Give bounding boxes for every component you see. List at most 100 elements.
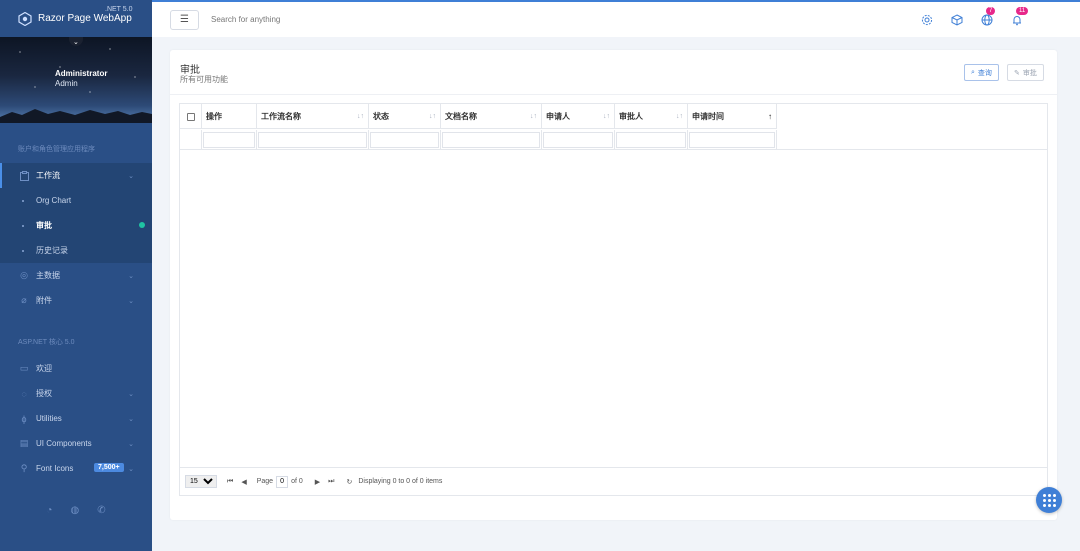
- globe-badge: 7: [986, 6, 996, 15]
- sidebar-item-label: 授权: [36, 389, 52, 398]
- nav-section-title: ASP.NET 核心 5.0: [18, 339, 75, 346]
- chevron-down-icon: ⌄: [128, 172, 134, 180]
- select-all-checkbox[interactable]: [187, 112, 195, 121]
- brand[interactable]: Razor Page WebApp .NET 5.0: [0, 0, 152, 37]
- sort-icon: ↓↑: [603, 113, 610, 120]
- filter-document-name-input[interactable]: [442, 132, 540, 148]
- filter-applicant-input[interactable]: [543, 132, 613, 148]
- search-input[interactable]: [211, 15, 511, 24]
- column-header-actions[interactable]: 操作: [202, 104, 257, 129]
- profile-name: Administrator: [55, 69, 108, 78]
- query-button-label: 查询: [977, 69, 992, 77]
- page-subtitle: 所有可用功能: [180, 75, 228, 84]
- chevron-down-icon: ⌄: [128, 297, 134, 305]
- column-label: 工作流名称: [261, 112, 301, 121]
- map-marker-icon: ⚲: [20, 463, 28, 473]
- grid-header-filler: [777, 104, 1048, 150]
- display-info: Displaying 0 to 0 of 0 items: [358, 478, 443, 485]
- sort-icon: ↓↑: [429, 113, 436, 120]
- column-header-approver[interactable]: 审批人 ↓↑: [615, 104, 688, 129]
- sidebar-item-masterdata[interactable]: ◎ 主数据 ⌄: [0, 263, 152, 288]
- cube-icon[interactable]: [950, 13, 964, 27]
- panel-header: 审批 所有可用功能 ⌕ 查询 ✎ 审批: [170, 50, 1057, 95]
- globe-icon[interactable]: ◍: [70, 505, 79, 516]
- first-page-icon[interactable]: ⏮: [227, 478, 233, 486]
- filter-actions-input[interactable]: [203, 132, 255, 148]
- refresh-icon[interactable]: ↻: [346, 478, 352, 486]
- sidebar-item-welcome[interactable]: ▭ 欢迎: [0, 356, 152, 381]
- sidebar-item-utilities[interactable]: ϕ Utilities ⌄: [0, 406, 152, 431]
- sidebar-item-label: 主数据: [36, 271, 60, 280]
- mountain-silhouette: [0, 109, 152, 123]
- clipboard-icon: [18, 170, 30, 182]
- last-page-icon[interactable]: ⏭: [328, 478, 334, 486]
- font-icons-badge: 7,500+: [94, 463, 124, 472]
- chat-icon[interactable]: ◔: [46, 505, 52, 516]
- column-header-workflow-name[interactable]: 工作流名称 ↓↑: [257, 104, 369, 129]
- shield-icon: ◌: [21, 388, 27, 399]
- profile-role: Admin: [55, 79, 78, 88]
- chevron-down-icon: ⌄: [128, 415, 134, 423]
- sidebar: Razor Page WebApp .NET 5.0 ⌄ Administrat…: [0, 0, 152, 551]
- app-version: .NET 5.0: [105, 6, 133, 13]
- window-icon: ▤: [19, 438, 29, 448]
- filter-approver-input[interactable]: [616, 132, 686, 148]
- column-label: 状态: [373, 112, 389, 121]
- approve-button[interactable]: ✎ 审批: [1007, 64, 1044, 81]
- sort-icon: ↓↑: [357, 113, 364, 120]
- select-all-cell: [180, 104, 202, 129]
- column-header-document-name[interactable]: 文档名称 ↓↑: [441, 104, 542, 129]
- column-header-status[interactable]: 状态 ↓↑: [369, 104, 441, 129]
- chevron-down-icon: ⌄: [128, 272, 134, 280]
- sidebar-item-label: 工作流: [36, 171, 60, 180]
- sidebar-item-workflow[interactable]: 工作流 ⌄: [0, 163, 152, 188]
- filter-apply-time-input[interactable]: [689, 132, 775, 148]
- filter-status-input[interactable]: [370, 132, 439, 148]
- grid-dots-icon: [1042, 493, 1056, 507]
- sidebar-subitem-history[interactable]: 历史记录: [0, 238, 152, 263]
- sidebar-item-auth[interactable]: ◌ 授权 ⌄: [0, 381, 152, 406]
- grid-filter-row: [180, 130, 777, 150]
- menu-toggle-button[interactable]: ☰: [170, 9, 199, 30]
- next-page-icon[interactable]: ▶: [315, 478, 320, 486]
- sidebar-item-attachments[interactable]: ⌀ 附件 ⌄: [0, 288, 152, 313]
- column-label: 申请时间: [692, 112, 724, 121]
- sidebar-item-label: 附件: [36, 296, 52, 305]
- database-icon: ◎: [20, 270, 28, 280]
- sidebar-item-label: Font Icons: [36, 464, 74, 473]
- active-indicator: [139, 222, 145, 228]
- apps-grid-button[interactable]: [1036, 487, 1062, 513]
- sidebar-subitem-approval[interactable]: 审批: [0, 213, 152, 238]
- filter-workflow-name-input[interactable]: [258, 132, 367, 148]
- query-button[interactable]: ⌕ 查询: [964, 64, 999, 81]
- page-of-label: of 0: [291, 478, 303, 485]
- sidebar-item-ui-components[interactable]: ▤ UI Components ⌄: [0, 431, 152, 456]
- column-header-apply-time[interactable]: 申请时间 ↑: [688, 104, 777, 129]
- bell-icon[interactable]: 11: [1010, 6, 1029, 27]
- column-header-applicant[interactable]: 申请人 ↓↑: [542, 104, 615, 129]
- sidebar-item-label: 欢迎: [36, 364, 52, 373]
- page-size-select[interactable]: 15: [185, 475, 217, 488]
- nav-section-title: 账户和角色管理应用程序: [18, 146, 95, 153]
- filter-cell-empty: [180, 130, 202, 150]
- sidebar-item-font-icons[interactable]: ⚲ Font Icons 7,500+ ⌄: [0, 456, 152, 481]
- phone-icon[interactable]: ✆: [97, 505, 105, 516]
- sidebar-subitem-org-chart[interactable]: Org Chart: [0, 188, 152, 213]
- prev-page-icon[interactable]: ◀: [241, 478, 246, 486]
- sidebar-footer: ◔ ◍ ✆: [0, 505, 152, 516]
- graduation-cap-icon: ▭: [19, 363, 29, 373]
- workflow-submenu: Org Chart 审批 历史记录: [0, 188, 152, 263]
- chevron-down-icon: ⌄: [128, 390, 134, 398]
- globe-notification-icon[interactable]: 7: [980, 6, 996, 27]
- approval-panel: 审批 所有可用功能 ⌕ 查询 ✎ 审批 操作 工作流名称 ↓↑ 状态 ↓↑ 文档…: [170, 50, 1057, 520]
- settings-gear-icon[interactable]: [920, 13, 934, 27]
- column-label: 审批人: [619, 112, 643, 121]
- paperclip-icon: ⌀: [21, 295, 27, 305]
- page-number-input[interactable]: [276, 475, 289, 488]
- bulb-icon: ϕ: [21, 413, 27, 424]
- search-icon: ⌕: [971, 68, 975, 76]
- grid-header: 操作 工作流名称 ↓↑ 状态 ↓↑ 文档名称 ↓↑ 申请人 ↓↑ 审批人 ↓↑: [180, 104, 777, 129]
- sidebar-item-label: 审批: [36, 221, 52, 230]
- chevron-down-icon: ⌄: [128, 465, 134, 473]
- app-name: Razor Page WebApp: [38, 13, 132, 24]
